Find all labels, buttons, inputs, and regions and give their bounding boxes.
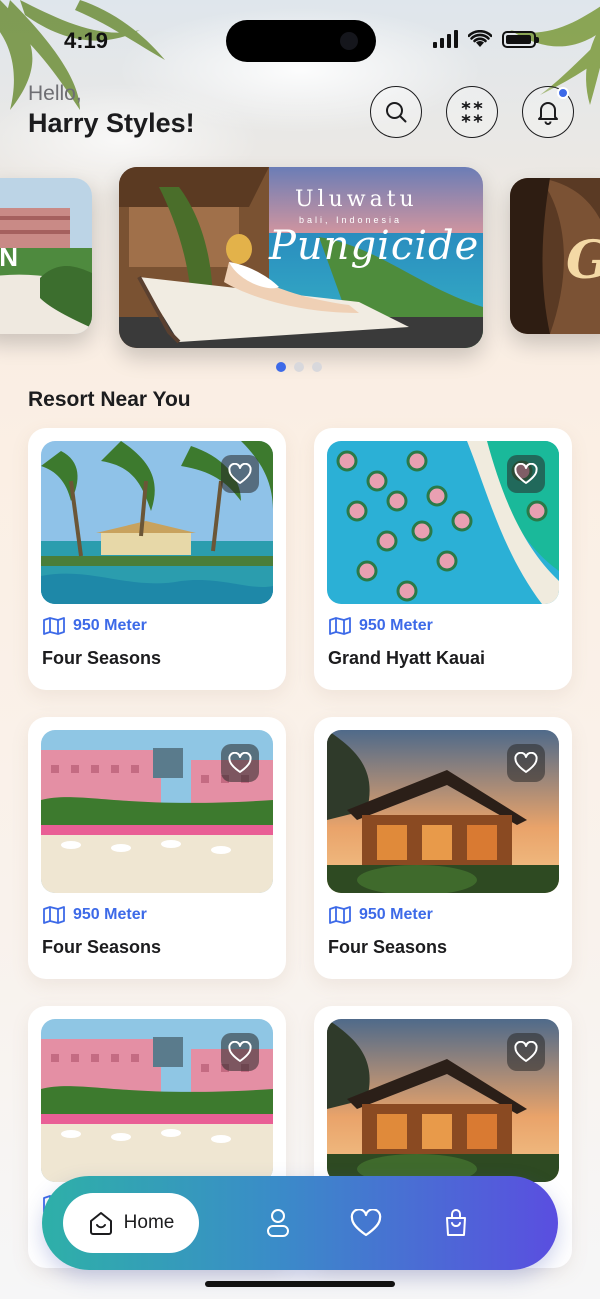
- favorite-button[interactable]: [507, 1033, 545, 1071]
- resort-name: Four Seasons: [328, 937, 448, 957]
- dynamic-island: [226, 20, 376, 62]
- slide-title: Uluwatu: [295, 187, 418, 212]
- nav-home-button[interactable]: Home: [63, 1193, 199, 1253]
- resort-card[interactable]: 950 Meter Four Seasons: [28, 717, 286, 979]
- favorite-button[interactable]: [507, 455, 545, 493]
- carousel-slide-next[interactable]: G: [510, 178, 600, 334]
- greeting-hello: Hello,: [28, 82, 82, 105]
- status-time: 4:19: [64, 28, 109, 53]
- cellular-signal-icon: [433, 30, 458, 48]
- resort-card[interactable]: 950 Meter Four Seasons: [28, 428, 286, 690]
- featured-carousel[interactable]: N Uluwatu bali, Indonesia Pungicide: [0, 160, 600, 360]
- battery-icon: [502, 30, 539, 48]
- carousel-pagination: [276, 362, 322, 372]
- resort-card[interactable]: 950 Meter Grand Hyatt Kauai: [314, 428, 572, 690]
- carousel-slide-active[interactable]: Uluwatu bali, Indonesia Pungicide: [119, 167, 483, 348]
- map-icon: [43, 906, 65, 924]
- map-icon: [43, 617, 65, 635]
- bell-icon: [538, 102, 558, 125]
- heart-icon: [228, 752, 252, 773]
- resort-card[interactable]: 950 Meter Four Seasons: [314, 717, 572, 979]
- favorite-button[interactable]: [221, 1033, 259, 1071]
- resort-image[interactable]: [41, 730, 273, 893]
- heart-icon: [228, 463, 252, 484]
- carousel-slide-prev[interactable]: N: [0, 178, 92, 334]
- nav-profile-button[interactable]: [262, 1206, 294, 1240]
- system-icons: [433, 30, 539, 48]
- status-bar: 4:19: [0, 0, 600, 80]
- home-indicator: [205, 1281, 395, 1287]
- notifications-button[interactable]: [522, 86, 574, 138]
- notification-badge: [557, 87, 569, 99]
- resort-image[interactable]: [327, 1019, 559, 1182]
- resort-name: Four Seasons: [42, 937, 162, 957]
- nav-bag-button[interactable]: [440, 1206, 472, 1240]
- wifi-icon: [468, 30, 492, 47]
- resort-name: Four Seasons: [42, 648, 162, 668]
- resort-image[interactable]: [327, 730, 559, 893]
- carousel-next-text: G: [566, 230, 600, 291]
- nav-favorites-button[interactable]: [350, 1206, 382, 1240]
- resort-distance: 950 Meter: [43, 905, 147, 925]
- resort-name: Grand Hyatt Kauai: [328, 648, 486, 668]
- nav-home-label: Home: [123, 1212, 175, 1233]
- resort-image[interactable]: [41, 1019, 273, 1182]
- resort-distance-text: 950 Meter: [359, 617, 433, 634]
- heart-icon: [228, 1041, 252, 1062]
- greeting: Hello, Harry Styles!: [28, 82, 195, 139]
- resort-distance-text: 950 Meter: [73, 617, 147, 634]
- pagination-dot[interactable]: [294, 362, 304, 372]
- grid-icon: [461, 101, 483, 123]
- user-icon: [267, 1209, 289, 1237]
- slide-script-text: Pungicide: [269, 223, 480, 269]
- carousel-prev-text: N: [0, 242, 18, 272]
- resort-distance-text: 950 Meter: [73, 906, 147, 923]
- bottom-navigation: Home: [42, 1176, 558, 1270]
- resort-distance: 950 Meter: [329, 905, 433, 925]
- favorite-button[interactable]: [221, 744, 259, 782]
- heart-icon: [514, 463, 538, 484]
- resort-image[interactable]: [327, 441, 559, 604]
- home-icon: [89, 1212, 112, 1235]
- heart-icon: [514, 1041, 538, 1062]
- map-icon: [329, 617, 351, 635]
- search-icon: [386, 102, 407, 123]
- resort-distance-text: 950 Meter: [359, 906, 433, 923]
- pagination-dot-active[interactable]: [276, 362, 286, 372]
- menu-grid-button[interactable]: [446, 86, 498, 138]
- search-button[interactable]: [370, 86, 422, 138]
- favorite-button[interactable]: [221, 455, 259, 493]
- resort-distance: 950 Meter: [43, 616, 147, 636]
- resort-image[interactable]: [41, 441, 273, 604]
- favorite-button[interactable]: [507, 744, 545, 782]
- user-name: Harry Styles!: [28, 108, 195, 138]
- section-title: Resort Near You: [28, 388, 191, 411]
- heart-icon: [514, 752, 538, 773]
- bag-icon: [446, 1209, 466, 1236]
- pagination-dot[interactable]: [312, 362, 322, 372]
- map-icon: [329, 906, 351, 924]
- resort-distance: 950 Meter: [329, 616, 433, 636]
- heart-icon: [350, 1209, 382, 1237]
